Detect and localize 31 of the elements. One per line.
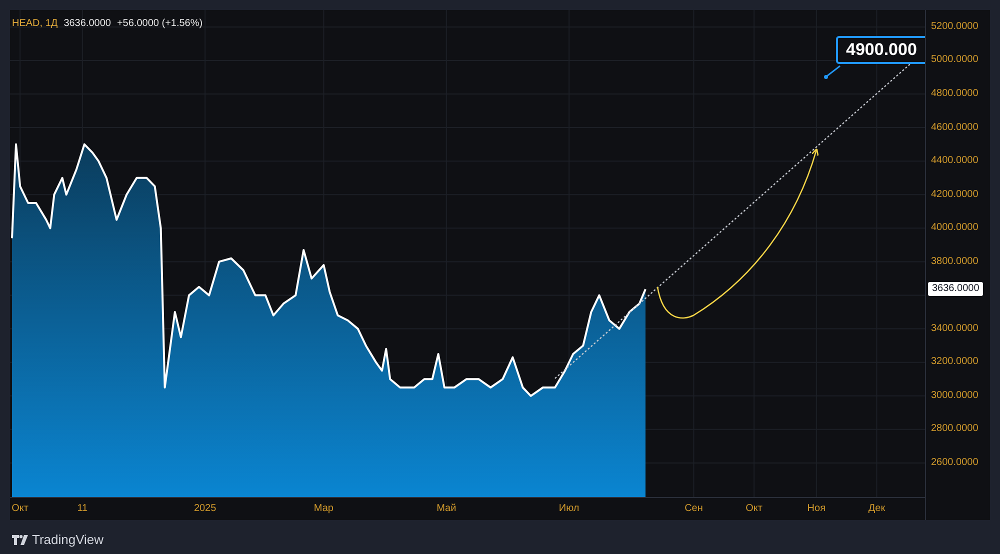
price-change: +56.0000 (+1.56%) [116,17,203,31]
x-axis-label: Май [436,503,456,515]
callout-pointer [824,65,840,79]
x-axis-label: Окт [12,503,28,515]
y-axis-label: 4600.0000 [931,122,978,134]
y-axis-label: 3400.0000 [931,322,978,335]
x-axis-label: Ноя [807,503,826,515]
x-axis-label: Дек [868,503,886,515]
brand-name: TradingView [32,531,104,549]
x-axis-label: Июл [558,503,580,515]
x-axis-label: Сен [684,503,703,515]
current-price-label: 3636.0000 [928,282,984,296]
y-axis-label: 5200.0000 [931,20,978,33]
y-axis-label: 3200.0000 [931,356,978,368]
price-value: 3636.0000 [64,17,111,31]
y-axis-label: 5000.0000 [931,54,978,66]
y-axis-label: 3800.0000 [931,256,978,268]
y-axis-label: 4200.0000 [931,188,978,201]
x-axis-label: 2025 [194,503,216,515]
x-axis-label: Окт [746,503,762,515]
x-axis-label: Мар [314,503,334,515]
y-axis-label: 2600.0000 [931,456,978,469]
symbol-label: HEAD, 1Д [12,17,58,31]
callout-label: 4900.000 [836,36,925,64]
y-axis-label: 2800.0000 [931,423,978,436]
x-axis-label: 11 [77,503,88,515]
y-axis-label: 4000.0000 [931,222,978,234]
y-axis-label: 3000.0000 [931,390,978,402]
logo-icon [12,534,28,545]
y-axis-label: 4400.0000 [931,155,978,168]
y-axis-label: 4800.0000 [931,88,978,100]
